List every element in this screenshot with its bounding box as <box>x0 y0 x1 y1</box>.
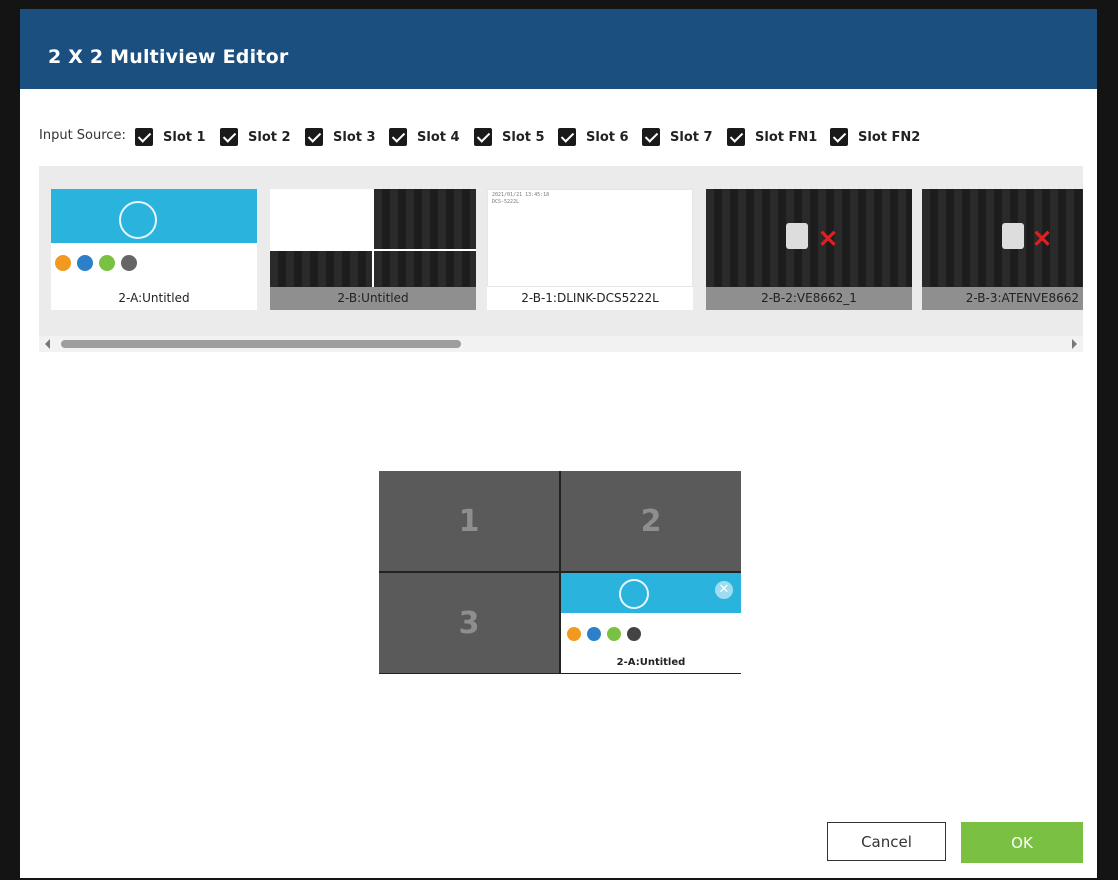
slot-fn1-checkbox[interactable]: Slot FN1 <box>727 127 817 147</box>
source-thumbnail[interactable]: 2021/01/21 13:45:18 DCS-5222L 2-B-1:DLIN… <box>487 189 693 310</box>
app-icon <box>55 255 71 271</box>
scroll-left-icon[interactable] <box>45 339 50 349</box>
gauge-icon <box>119 201 157 239</box>
checkbox-checked-icon <box>474 128 492 146</box>
layout-cell-2[interactable]: 2 <box>561 471 741 571</box>
remove-source-icon[interactable]: ✕ <box>715 581 733 599</box>
camera-timestamp: 2021/01/21 13:45:18 <box>492 192 550 198</box>
slot-fn2-checkbox[interactable]: Slot FN2 <box>830 127 920 147</box>
quad-pane <box>270 189 374 249</box>
source-caption: 2-B-3:ATENVE8662 <box>922 287 1083 310</box>
source-thumbnail[interactable]: ✕ 2-B-2:VE8662_1 <box>706 189 912 310</box>
source-thumbnail-strip: 2-A:Untitled 2-B:Untitled 2021/01/21 13:… <box>39 166 1083 352</box>
app-icon <box>121 255 137 271</box>
source-preview: ✕ <box>922 189 1083 287</box>
app-icon <box>587 627 601 641</box>
checkbox-checked-icon <box>135 128 153 146</box>
camera-model: DCS-5222L <box>492 199 520 205</box>
ok-button[interactable]: OK <box>961 822 1083 863</box>
slot-label: Slot 3 <box>333 129 376 145</box>
source-caption: 2-B-1:DLINK-DCS5222L <box>487 287 693 310</box>
slot-7-checkbox[interactable]: Slot 7 <box>642 127 713 147</box>
source-preview: 2021/01/21 13:45:18 DCS-5222L <box>487 189 693 287</box>
app-icon <box>567 627 581 641</box>
scrollbar-thumb[interactable] <box>61 340 461 348</box>
thumbnail-scrollbar[interactable] <box>39 336 1083 352</box>
slot-3-checkbox[interactable]: Slot 3 <box>305 127 376 147</box>
error-x-icon: ✕ <box>818 226 839 253</box>
checkbox-checked-icon <box>389 128 407 146</box>
source-thumbnail[interactable]: 2-B:Untitled <box>270 189 476 310</box>
slot-1-checkbox[interactable]: Slot 1 <box>135 127 206 147</box>
multiview-layout-grid: 1 2 3 ✕ 2-A:Untitled <box>379 471 741 674</box>
source-thumbnail[interactable]: 2-A:Untitled <box>51 189 257 310</box>
slot-label: Slot 6 <box>586 129 629 145</box>
source-caption: 2-A:Untitled <box>51 287 257 310</box>
slot-5-checkbox[interactable]: Slot 5 <box>474 127 545 147</box>
input-source-label: Input Source: <box>39 128 126 143</box>
source-preview: ✕ <box>706 189 912 287</box>
disconnected-cable-icon <box>1002 223 1024 249</box>
quad-pane <box>374 189 476 249</box>
disconnected-cable-icon <box>786 223 808 249</box>
quad-pane <box>270 251 372 287</box>
checkbox-checked-icon <box>305 128 323 146</box>
checkbox-checked-icon <box>642 128 660 146</box>
app-icon <box>77 255 93 271</box>
app-icon <box>607 627 621 641</box>
app-icon <box>627 627 641 641</box>
quad-pane <box>374 251 476 287</box>
layout-cell-1[interactable]: 1 <box>379 471 559 571</box>
error-x-icon: ✕ <box>1032 226 1053 253</box>
source-thumbnail[interactable]: ✕ 2-B-3:ATENVE8662 <box>922 189 1083 310</box>
layout-cell-3[interactable]: 3 <box>379 573 559 673</box>
slot-label: Slot 5 <box>502 129 545 145</box>
cancel-button[interactable]: Cancel <box>827 822 946 861</box>
checkbox-checked-icon <box>830 128 848 146</box>
slot-6-checkbox[interactable]: Slot 6 <box>558 127 629 147</box>
slot-label: Slot FN2 <box>858 129 921 145</box>
source-caption: 2-B:Untitled <box>270 287 476 310</box>
layout-cell-4[interactable]: ✕ 2-A:Untitled <box>561 573 741 673</box>
source-preview <box>270 189 476 287</box>
slot-label: Slot FN1 <box>755 129 818 145</box>
source-caption: 2-B-2:VE8662_1 <box>706 287 912 310</box>
app-icon <box>99 255 115 271</box>
scroll-right-icon[interactable] <box>1072 339 1077 349</box>
checkbox-checked-icon <box>220 128 238 146</box>
slot-2-checkbox[interactable]: Slot 2 <box>220 127 291 147</box>
slot-4-checkbox[interactable]: Slot 4 <box>389 127 460 147</box>
assigned-source-preview <box>561 573 741 653</box>
slot-label: Slot 4 <box>417 129 460 145</box>
checkbox-checked-icon <box>558 128 576 146</box>
assigned-source-caption: 2-A:Untitled <box>616 657 686 668</box>
dialog-title: 2 X 2 Multiview Editor <box>48 46 289 68</box>
checkbox-checked-icon <box>727 128 745 146</box>
slot-label: Slot 7 <box>670 129 713 145</box>
multiview-editor-dialog: 2 X 2 Multiview Editor Input Source: Slo… <box>20 9 1097 878</box>
gauge-icon <box>619 579 649 609</box>
source-preview <box>51 189 257 287</box>
slot-label: Slot 2 <box>248 129 291 145</box>
dialog-titlebar: 2 X 2 Multiview Editor <box>20 9 1097 89</box>
slot-label: Slot 1 <box>163 129 206 145</box>
